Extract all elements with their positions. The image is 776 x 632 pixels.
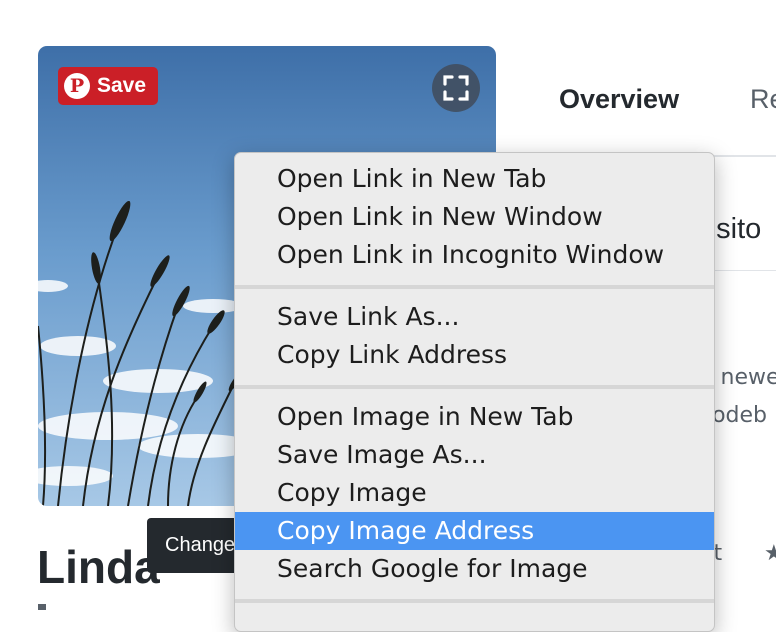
menu-item-open-link-new-tab[interactable]: Open Link in New Tab xyxy=(235,160,714,198)
context-menu: Open Link in New Tab Open Link in New Wi… xyxy=(234,152,715,632)
tab-overview[interactable]: Overview xyxy=(559,84,679,115)
pinterest-save-button[interactable]: P Save xyxy=(58,67,158,105)
menu-item-copy-image[interactable]: Copy Image xyxy=(235,474,714,512)
menu-item-copy-image-address[interactable]: Copy Image Address xyxy=(235,512,714,550)
menu-item-save-link-as[interactable]: Save Link As... xyxy=(235,298,714,336)
profile-subtext xyxy=(38,604,46,610)
pinterest-save-label: Save xyxy=(97,74,147,97)
tab-repositories[interactable]: Re xyxy=(750,84,776,115)
pinterest-logo-icon: P xyxy=(64,73,90,99)
menu-separator xyxy=(235,599,714,603)
menu-item-open-image-new-tab[interactable]: Open Image in New Tab xyxy=(235,398,714,436)
menu-item-open-link-new-window[interactable]: Open Link in New Window xyxy=(235,198,714,236)
change-avatar-tooltip[interactable]: Change xyxy=(147,518,247,573)
menu-separator xyxy=(235,385,714,389)
menu-item-save-image-as[interactable]: Save Image As... xyxy=(235,436,714,474)
menu-separator xyxy=(235,285,714,289)
menu-item-copy-link-address[interactable]: Copy Link Address xyxy=(235,336,714,374)
expand-corners-icon xyxy=(443,75,469,101)
star-icon: ★ xyxy=(764,541,776,566)
expand-button[interactable] xyxy=(432,64,480,112)
menu-item-open-link-incognito[interactable]: Open Link in Incognito Window xyxy=(235,236,714,274)
profile-name: Linda xyxy=(37,541,160,593)
menu-item-search-google-image[interactable]: Search Google for Image xyxy=(235,550,714,588)
